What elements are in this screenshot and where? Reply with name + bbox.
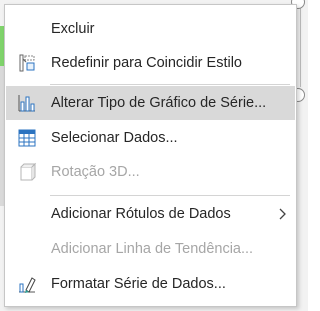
menu-item-redefinir[interactable]: Redefinir para Coincidir Estilo — [6, 46, 295, 80]
menu-item-selecionar-dados[interactable]: Selecionar Dados... — [6, 121, 295, 155]
menu-item-label: Selecionar Dados... — [51, 130, 178, 146]
menu-item-label: Rotação 3D... — [51, 164, 140, 180]
bar-chart-icon — [17, 93, 37, 113]
menu-item-alterar-tipo[interactable]: Alterar Tipo de Gráfico de Série... — [6, 86, 295, 120]
menu-item-rotacao-3d: Rotação 3D... — [6, 155, 295, 189]
select-data-icon — [17, 128, 37, 148]
chart-border-line — [300, 7, 301, 87]
menu-separator — [50, 84, 290, 85]
menu-item-label: Redefinir para Coincidir Estilo — [51, 55, 242, 71]
menu-item-label: Formatar Série de Dados... — [51, 276, 226, 292]
menu-item-label: Alterar Tipo de Gráfico de Série... — [51, 95, 267, 111]
reset-style-icon — [17, 53, 37, 73]
menu-item-label: Excluir — [51, 21, 95, 37]
menu-item-formatar-serie[interactable]: Formatar Série de Dados... — [6, 267, 295, 301]
menu-separator — [50, 195, 290, 196]
menu-item-label: Adicionar Linha de Tendência... — [51, 241, 254, 257]
menu-item-excluir[interactable]: Excluir — [6, 12, 295, 46]
chevron-right-icon — [277, 206, 287, 222]
context-menu: Excluir Redefinir para Coincidir Estilo — [4, 4, 297, 307]
menu-item-adicionar-rotulos[interactable]: Adicionar Rótulos de Dados — [6, 197, 295, 231]
menu-item-adicionar-linha-tendencia: Adicionar Linha de Tendência... — [6, 232, 295, 266]
format-series-icon — [17, 274, 37, 294]
screen: Excluir Redefinir para Coincidir Estilo — [0, 0, 308, 311]
rotation-3d-icon — [17, 162, 37, 182]
menu-item-label: Adicionar Rótulos de Dados — [51, 206, 231, 222]
